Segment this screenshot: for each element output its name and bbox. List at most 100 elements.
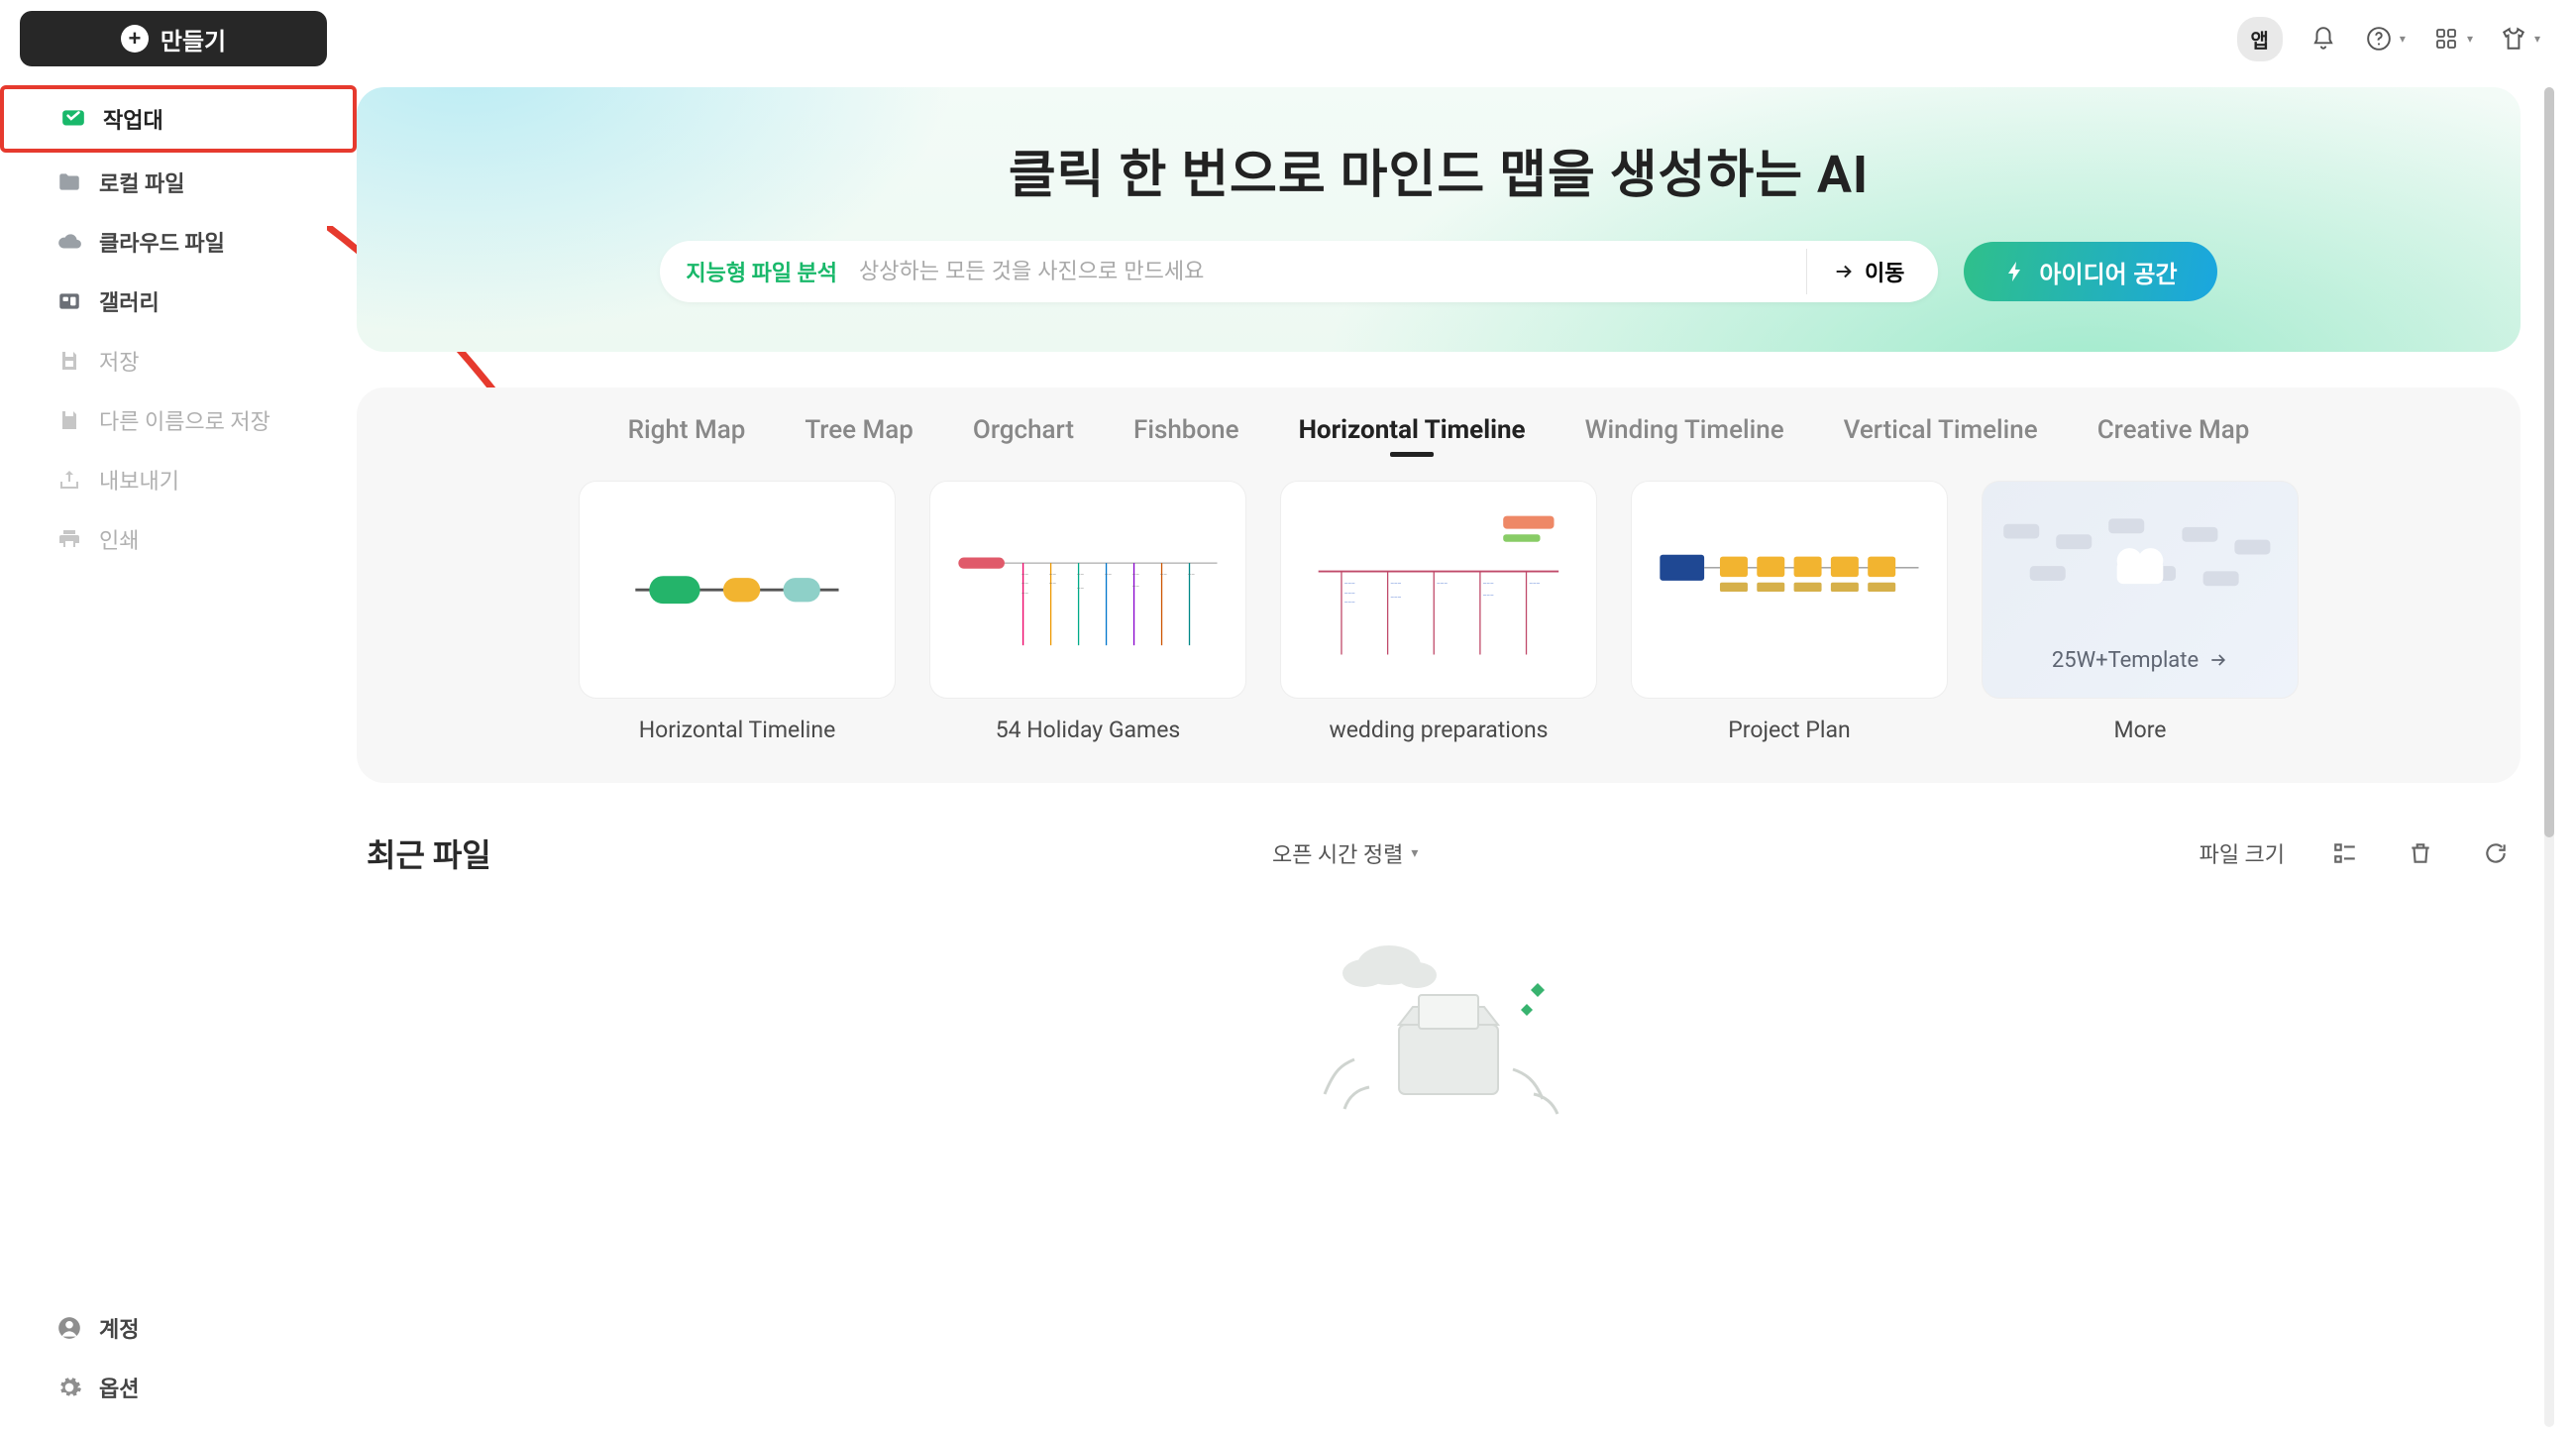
print-icon — [55, 525, 83, 553]
idea-space-label: 아이디어 공간 — [2039, 255, 2177, 289]
svg-text:——: —— — [1132, 585, 1140, 590]
tab-vertical-timeline[interactable]: Vertical Timeline — [1844, 415, 2038, 453]
svg-text:——: —— — [1105, 573, 1113, 578]
tab-right-map[interactable]: Right Map — [628, 415, 746, 453]
ai-prompt-input[interactable] — [859, 259, 1792, 284]
file-size-label: 파일 크기 — [2200, 837, 2285, 869]
template-tabs: Right Map Tree Map Orgchart Fishbone Hor… — [398, 415, 2479, 453]
tab-horizontal-timeline[interactable]: Horizontal Timeline — [1299, 415, 1526, 453]
refresh-icon[interactable] — [2481, 838, 2511, 868]
template-card[interactable]: Project Plan — [1631, 481, 1948, 743]
list-view-icon[interactable] — [2330, 838, 2360, 868]
chevron-down-icon: ▾ — [2400, 32, 2406, 46]
svg-text:———: ——— — [1390, 582, 1401, 587]
template-thumbnail: ————————— —————— ——— —————— ——— — [1280, 481, 1597, 699]
create-button[interactable]: + 만들기 — [20, 11, 327, 66]
shirt-icon — [2499, 24, 2528, 54]
svg-text:——: —— — [1021, 573, 1029, 578]
recent-files-header: 최근 파일 오픈 시간 정렬 ▾ 파일 크기 — [367, 830, 2511, 876]
save-as-icon — [55, 406, 83, 434]
timeline-mini-icon — [598, 503, 876, 676]
template-card[interactable]: Horizontal Timeline — [579, 481, 896, 743]
template-card[interactable]: —————— ———— ———— —— ———— —— —— — [929, 481, 1246, 743]
sidebar-item-label: 작업대 — [103, 103, 163, 135]
tab-fishbone[interactable]: Fishbone — [1133, 415, 1239, 453]
apps-menu[interactable]: ▾ — [2431, 24, 2473, 54]
template-card[interactable]: ————————— —————— ——— —————— ——— wedding … — [1280, 481, 1597, 743]
more-bg-icon — [1983, 506, 2298, 636]
hero-title: 클릭 한 번으로 마인드 맵을 생성하는 AI — [416, 133, 2461, 207]
project-plan-mini-icon — [1651, 503, 1928, 676]
sidebar-item-print[interactable]: 인쇄 — [0, 509, 357, 569]
template-caption: wedding preparations — [1329, 717, 1548, 743]
arrow-right-icon — [1833, 261, 1855, 282]
template-thumbnail: —————— ———— ———— —— ———— —— —— — [929, 481, 1246, 699]
empty-illustration-icon — [1270, 916, 1607, 1124]
workspace-icon — [59, 105, 87, 133]
help-icon — [2364, 24, 2394, 54]
app-pill-button[interactable]: 앱 — [2237, 17, 2283, 61]
svg-text:———: ——— — [1344, 592, 1355, 597]
holiday-games-mini-icon: —————— ———— ———— —— ———— —— —— — [949, 503, 1227, 676]
svg-text:——: —— — [1049, 582, 1057, 587]
content-scroll[interactable]: 클릭 한 번으로 마인드 맵을 생성하는 AI 지능형 파일 분석 이동 아이디… — [357, 77, 2521, 1437]
tab-creative-map[interactable]: Creative Map — [2097, 415, 2250, 453]
scrollbar-thumb[interactable] — [2544, 87, 2554, 837]
sidebar-item-export[interactable]: 내보내기 — [0, 450, 357, 509]
export-icon — [55, 466, 83, 494]
sidebar-item-workspace[interactable]: 작업대 — [0, 85, 357, 153]
template-caption: More — [2114, 717, 2167, 743]
go-button-label: 이동 — [1865, 256, 1904, 287]
svg-text:———: ——— — [1390, 596, 1401, 601]
template-thumbnail-more: 25W+Template — [1982, 481, 2299, 699]
sidebar-item-options[interactable]: 옵션 — [0, 1358, 357, 1417]
tab-orgchart[interactable]: Orgchart — [973, 415, 1074, 453]
cloud-icon — [55, 228, 83, 256]
hero-row: 지능형 파일 분석 이동 아이디어 공간 — [416, 241, 2461, 302]
svg-text:———: ——— — [1483, 594, 1494, 599]
template-card-more[interactable]: 25W+Template More — [1982, 481, 2299, 743]
svg-text:——: —— — [1188, 573, 1196, 578]
recent-files-actions: 파일 크기 — [2200, 837, 2511, 869]
sort-label: 오픈 시간 정렬 — [1272, 837, 1403, 869]
sidebar-item-account[interactable]: 계정 — [0, 1298, 357, 1358]
plus-icon: + — [121, 25, 149, 53]
scrollbar[interactable] — [2544, 87, 2554, 1427]
svg-text:———: ——— — [1529, 582, 1540, 587]
save-icon — [55, 347, 83, 375]
analysis-chip[interactable]: 지능형 파일 분석 — [686, 256, 837, 287]
sort-dropdown[interactable]: 오픈 시간 정렬 ▾ — [491, 837, 2200, 869]
empty-state — [367, 916, 2511, 1124]
bell-icon[interactable] — [2308, 24, 2338, 54]
help-menu[interactable]: ▾ — [2364, 24, 2406, 54]
template-thumbnail — [579, 481, 896, 699]
template-caption: Project Plan — [1728, 717, 1850, 743]
tab-winding-timeline[interactable]: Winding Timeline — [1585, 415, 1784, 453]
sidebar-item-cloud-files[interactable]: 클라우드 파일 — [0, 212, 357, 272]
sidebar-item-label: 옵션 — [99, 1372, 139, 1403]
sidebar-item-gallery[interactable]: 갤러리 — [0, 272, 357, 331]
chevron-down-icon: ▾ — [2467, 32, 2473, 46]
sidebar-item-save-as[interactable]: 다른 이름으로 저장 — [0, 390, 357, 450]
go-button[interactable]: 이동 — [1806, 249, 1930, 294]
svg-text:———: ——— — [1344, 582, 1355, 587]
svg-text:———: ——— — [1437, 582, 1448, 587]
trash-icon[interactable] — [2406, 838, 2435, 868]
recent-files-title: 최근 파일 — [367, 830, 491, 876]
template-grid: Horizontal Timeline — [398, 481, 2479, 743]
tab-tree-map[interactable]: Tree Map — [805, 415, 913, 453]
more-template-label: 25W+Template — [2052, 648, 2228, 673]
sidebar-item-local-files[interactable]: 로컬 파일 — [0, 153, 357, 212]
idea-space-button[interactable]: 아이디어 공간 — [1964, 242, 2216, 301]
sidebar-item-label: 로컬 파일 — [99, 166, 184, 198]
sidebar-item-save[interactable]: 저장 — [0, 331, 357, 390]
gear-icon — [55, 1374, 83, 1401]
lightning-icon — [2003, 260, 2027, 283]
sidebar-item-label: 저장 — [99, 345, 139, 377]
svg-text:——: —— — [1077, 587, 1085, 592]
sidebar-list: 작업대 로컬 파일 클라우드 파일 갤러리 — [0, 77, 357, 577]
theme-menu[interactable]: ▾ — [2499, 24, 2540, 54]
sidebar-item-label: 갤러리 — [99, 285, 160, 317]
sidebar-item-label: 클라우드 파일 — [99, 226, 225, 258]
folder-icon — [55, 168, 83, 196]
